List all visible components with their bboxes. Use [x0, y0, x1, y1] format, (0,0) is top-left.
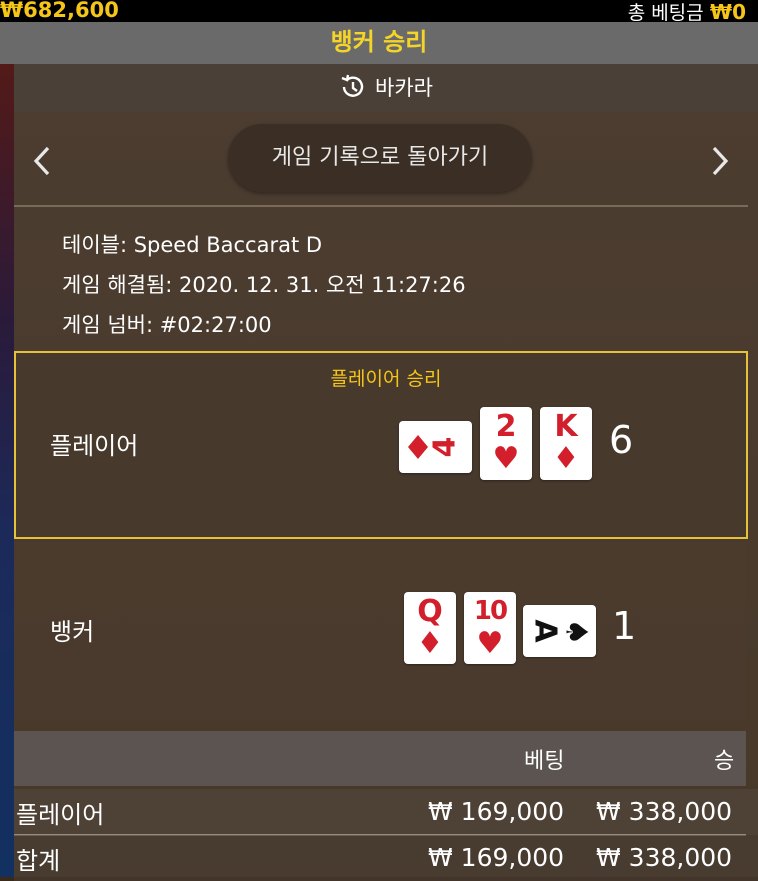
banker-card-2: 10 ♥ [464, 592, 516, 664]
player-win-label: 플레이어 승리 [330, 368, 442, 390]
banker-card-3: A ♠ [523, 605, 596, 657]
banker-card-3-rank: A [528, 619, 563, 643]
banker-card-2-rank: 10 [473, 596, 508, 626]
banker-card-1-rank: Q [417, 594, 443, 629]
win-column-header: 승 [714, 749, 735, 774]
player-card-1: 4 [399, 421, 472, 473]
row-win: ₩ 338,000 [596, 843, 733, 872]
banker-card-1: Q ♦ [404, 592, 456, 664]
diamond-suit-icon: ♦ [416, 626, 444, 661]
result-banner: 뱅커 승리 [0, 22, 758, 64]
game-number: 게임 넘버: #02:27:00 [62, 313, 272, 337]
player-label: 플레이어 [50, 432, 139, 460]
heart-suit-icon: ♥ [476, 626, 504, 661]
game-title: 바카라 [375, 76, 433, 100]
total-bet-value: ₩0 [710, 0, 746, 24]
row-name: 합계 [16, 847, 61, 875]
bets-table-header: 베팅 승 [14, 731, 746, 786]
balance-display: ₩682,600 [0, 0, 119, 22]
row-win: ₩ 338,000 [596, 797, 733, 826]
player-card-2: 2 ♥ [480, 407, 532, 480]
player-score: 6 [609, 418, 634, 462]
banker-card-3-suit: ♠ [559, 619, 594, 646]
player-card-1-rank: 4 [428, 437, 463, 458]
table-row-total: 합계 ₩ 169,000 ₩ 338,000 [14, 835, 758, 881]
spade-suit-icon: A ♠ [528, 619, 594, 646]
bet-column-header: 베팅 [524, 749, 565, 774]
diamond-suit-icon: ♦ [552, 441, 580, 476]
player-card-3: K ♦ [540, 407, 592, 480]
top-bar: ₩682,600 총 베팅금 ₩0 [0, 0, 758, 24]
divider [14, 205, 748, 207]
row-name: 플레이어 [16, 801, 105, 829]
history-icon [341, 74, 364, 97]
table-info: 테이블: Speed Baccarat D [62, 233, 323, 257]
total-bet-label: 총 베팅금 [627, 2, 704, 24]
diamond-suit-icon: 4 [408, 435, 463, 459]
row-bet: ₩ 169,000 [428, 797, 565, 826]
player-card-2-rank: 2 [495, 409, 517, 444]
resolved-time: 게임 해결됨: 2020. 12. 31. 오전 11:27:26 [62, 273, 466, 297]
heart-suit-icon: ♥ [492, 441, 520, 476]
next-game-button[interactable] [704, 144, 734, 178]
history-panel: 바카라 게임 기록으로 돌아가기 테이블: Speed Baccarat D 게… [14, 64, 758, 881]
chevron-right-icon [712, 146, 729, 176]
player-card-3-rank: K [554, 409, 578, 444]
table-row: 플레이어 ₩ 169,000 ₩ 338,000 [14, 789, 758, 835]
background-edge [0, 22, 14, 877]
previous-game-button[interactable] [28, 144, 58, 178]
back-to-history-button[interactable]: 게임 기록으로 돌아가기 [228, 124, 532, 192]
banker-label: 뱅커 [50, 618, 95, 646]
subheader: 바카라 [14, 64, 758, 112]
chevron-left-icon [33, 146, 50, 176]
row-bet: ₩ 169,000 [428, 843, 565, 872]
banker-score: 1 [612, 604, 637, 648]
banker-section [14, 542, 746, 719]
